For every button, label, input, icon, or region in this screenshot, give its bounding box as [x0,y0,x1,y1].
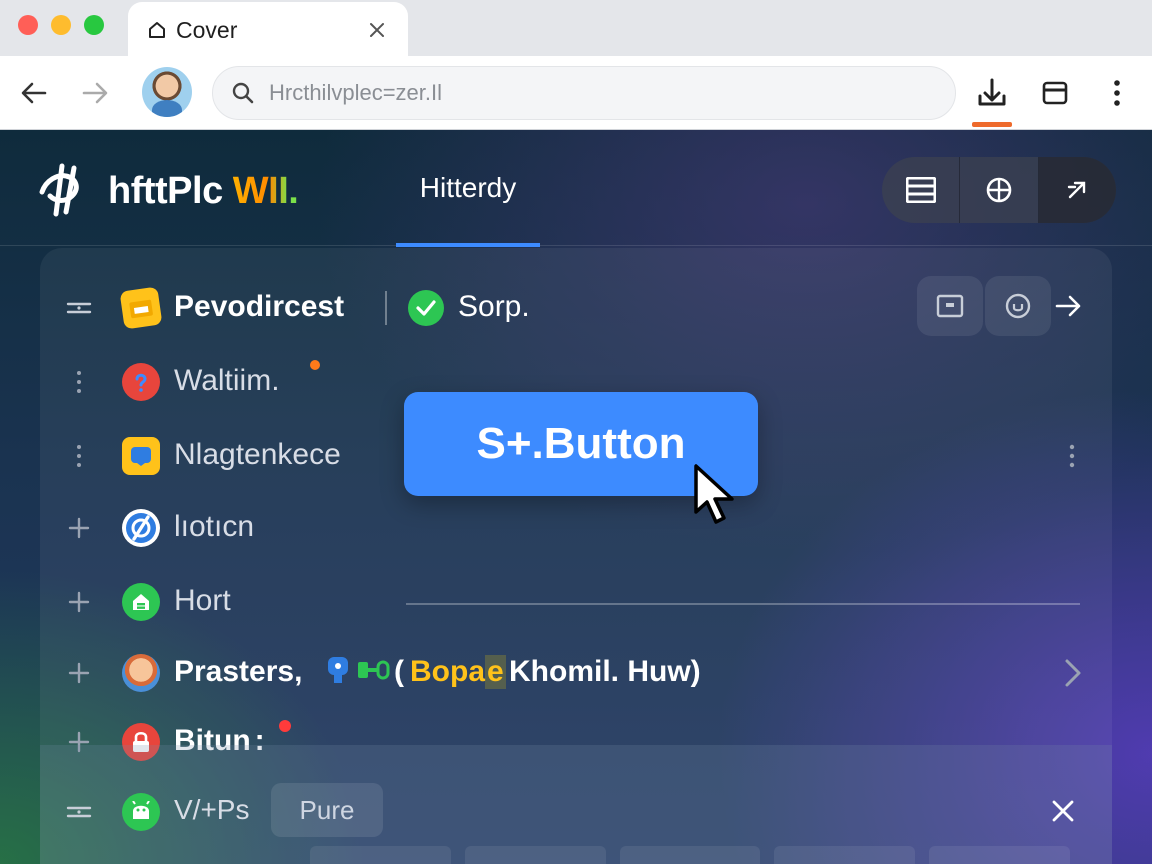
row-label: Hort [174,584,231,617]
window-minimize-button[interactable] [51,15,71,35]
close-icon[interactable] [364,17,390,43]
row-tag-chip: e [485,655,506,689]
browser-tab[interactable]: Cover [128,2,408,58]
save-icon[interactable] [1036,74,1074,112]
tab-hitterdy[interactable]: Hitterdy [396,130,540,247]
pure-chip[interactable]: Pure [271,783,383,837]
close-icon[interactable] [1046,794,1080,828]
list-item[interactable]: Pevodircest Sorp. [40,276,1112,340]
brand-main: hfttPlc [108,170,223,212]
bottom-tab-strip [310,846,1070,864]
check-icon [408,290,444,326]
download-icon[interactable] [973,74,1011,112]
notification-dot [279,720,291,732]
row-label: Nlagtenkece [174,438,341,471]
home-icon [122,583,160,621]
app-header: hfttPlc WII. Hitterdy [0,130,1152,247]
bottom-tab[interactable] [464,846,606,864]
tab-title: Cover [176,16,238,43]
arrow-right-icon[interactable] [1035,276,1101,336]
blocked-icon [122,509,160,547]
menu-icon[interactable] [882,157,961,223]
drag-handle-icon[interactable] [64,293,94,323]
download-progress-indicator [972,122,1012,127]
search-icon [231,81,255,105]
inline-badges [326,655,390,690]
app-window: hfttPlc WII. Hitterdy Pevodircest Sorp. … [0,130,1152,864]
back-arrow-icon[interactable] [15,74,53,112]
more-vert-icon[interactable] [1058,438,1086,474]
link-icon [356,656,390,689]
notification-dot [310,360,320,370]
brand-accent: WII. [232,170,299,212]
profile-avatar[interactable] [142,67,192,117]
row-tag: Bopae [410,655,506,689]
row-label: V/+Ps [174,794,250,825]
add-icon[interactable] [64,587,94,617]
bottom-tab[interactable] [774,846,916,864]
android-icon [122,793,160,831]
row-label: Prasters, [174,655,303,688]
row-label: Pevodircest [174,290,345,323]
chat-icon [326,655,352,690]
row-label-end: Khomil. Huw) [509,655,701,688]
header-actions [882,157,1116,223]
globe-icon[interactable] [960,157,1039,223]
list-item[interactable]: Prasters, ( Bopae Khomil. Huw) [40,641,1112,705]
logo-icon [36,162,92,218]
chevron-right-icon[interactable] [1058,653,1088,693]
window-maximize-button[interactable] [84,15,104,35]
drag-handle-icon[interactable] [64,797,94,827]
add-icon[interactable] [64,658,94,688]
row-label-paren: ( [394,655,404,688]
drag-handle-icon[interactable] [64,441,94,471]
list-item[interactable]: lıotıcn [40,496,1112,560]
divider [385,291,387,325]
browser-tab-bar: Cover [0,0,1152,58]
window-icon[interactable] [917,276,983,336]
address-bar[interactable] [212,66,956,120]
folder-icon [119,286,163,330]
bottom-tab[interactable] [619,846,761,864]
brand-name: hfttPlc WII. [108,170,299,213]
row-tag-text: Bopa [410,655,485,688]
help-icon [122,363,160,401]
row-label: Waltiim. [174,364,280,397]
status-text: Sorp. [458,290,530,323]
user-avatar [122,654,160,692]
browser-nav-bar [0,56,1152,130]
list-item[interactable]: Hort [40,570,1112,634]
more-vert-icon[interactable] [1098,74,1136,112]
home-icon [146,19,168,41]
url-input[interactable] [269,80,869,106]
bottom-tab[interactable] [929,846,1070,864]
window-close-button[interactable] [18,15,38,35]
list-item[interactable]: V/+Ps [40,780,1112,844]
add-icon[interactable] [64,513,94,543]
tag-icon [122,437,160,475]
bottom-tab[interactable] [310,846,451,864]
row-label: lıotıcn [174,510,255,543]
drag-handle-icon[interactable] [64,367,94,397]
forward-arrow-icon[interactable] [76,74,114,112]
expand-icon[interactable] [1038,157,1116,223]
